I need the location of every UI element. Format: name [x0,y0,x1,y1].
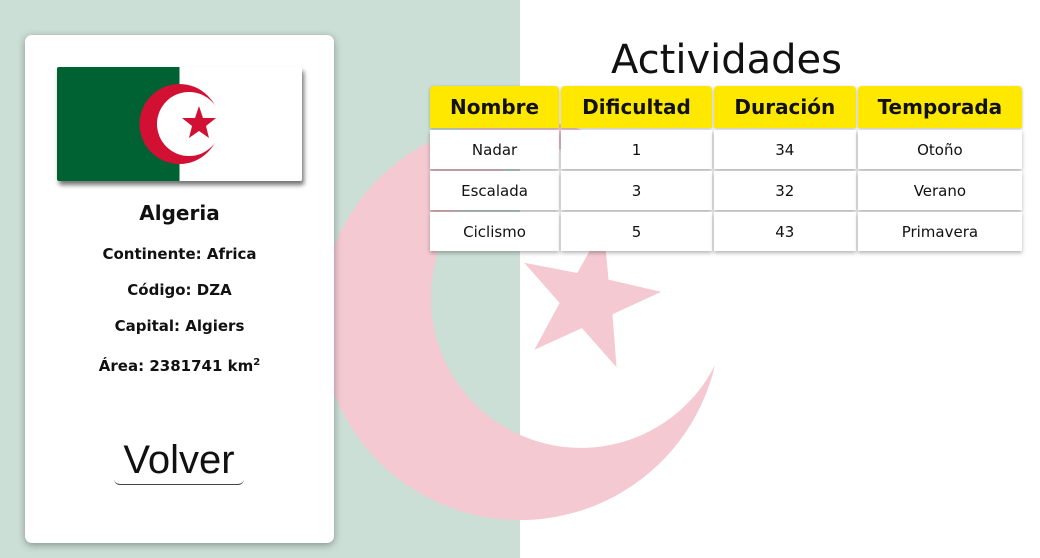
cell-nombre: Nadar [430,130,560,169]
cell-dificultad: 1 [561,130,712,169]
cell-duracion: 43 [713,212,856,251]
column-header-dificultad: Dificultad [561,86,712,128]
area-label: Área: 2381741 km2 [25,357,334,375]
cell-nombre: Escalada [430,171,560,210]
volver-button[interactable]: Volver [114,435,244,485]
column-header-duracion: Duración [713,86,856,128]
table-row: Nadar 1 34 Otoño [430,130,1022,169]
cell-nombre: Ciclismo [430,212,560,251]
column-header-nombre: Nombre [430,86,560,128]
country-flag [57,67,302,181]
cell-dificultad: 5 [561,212,712,251]
page: Algeria Continente: Africa Código: DZA C… [0,0,1040,558]
cell-duracion: 34 [713,130,856,169]
table-row: Ciclismo 5 43 Primavera [430,212,1022,251]
table-row: Escalada 3 32 Verano [430,171,1022,210]
country-name: Algeria [139,201,220,225]
table-header-row: Nombre Dificultad Duración Temporada [430,86,1022,128]
column-header-temporada: Temporada [857,86,1022,128]
code-label: Código: DZA [127,281,232,299]
cell-temporada: Verano [857,171,1022,210]
country-card: Algeria Continente: Africa Código: DZA C… [25,35,334,543]
area-unit-exponent: 2 [253,357,261,368]
continent-label: Continente: Africa [102,245,257,263]
activities-table: Nombre Dificultad Duración Temporada Nad… [428,84,1024,253]
area-value: Área: 2381741 km [98,357,254,375]
cell-dificultad: 3 [561,171,712,210]
capital-label: Capital: Algiers [114,317,245,335]
cell-temporada: Otoño [857,130,1022,169]
cell-temporada: Primavera [857,212,1022,251]
cell-duracion: 32 [713,171,856,210]
algeria-flag-icon [57,67,302,181]
activities-title: Actividades [611,37,842,83]
